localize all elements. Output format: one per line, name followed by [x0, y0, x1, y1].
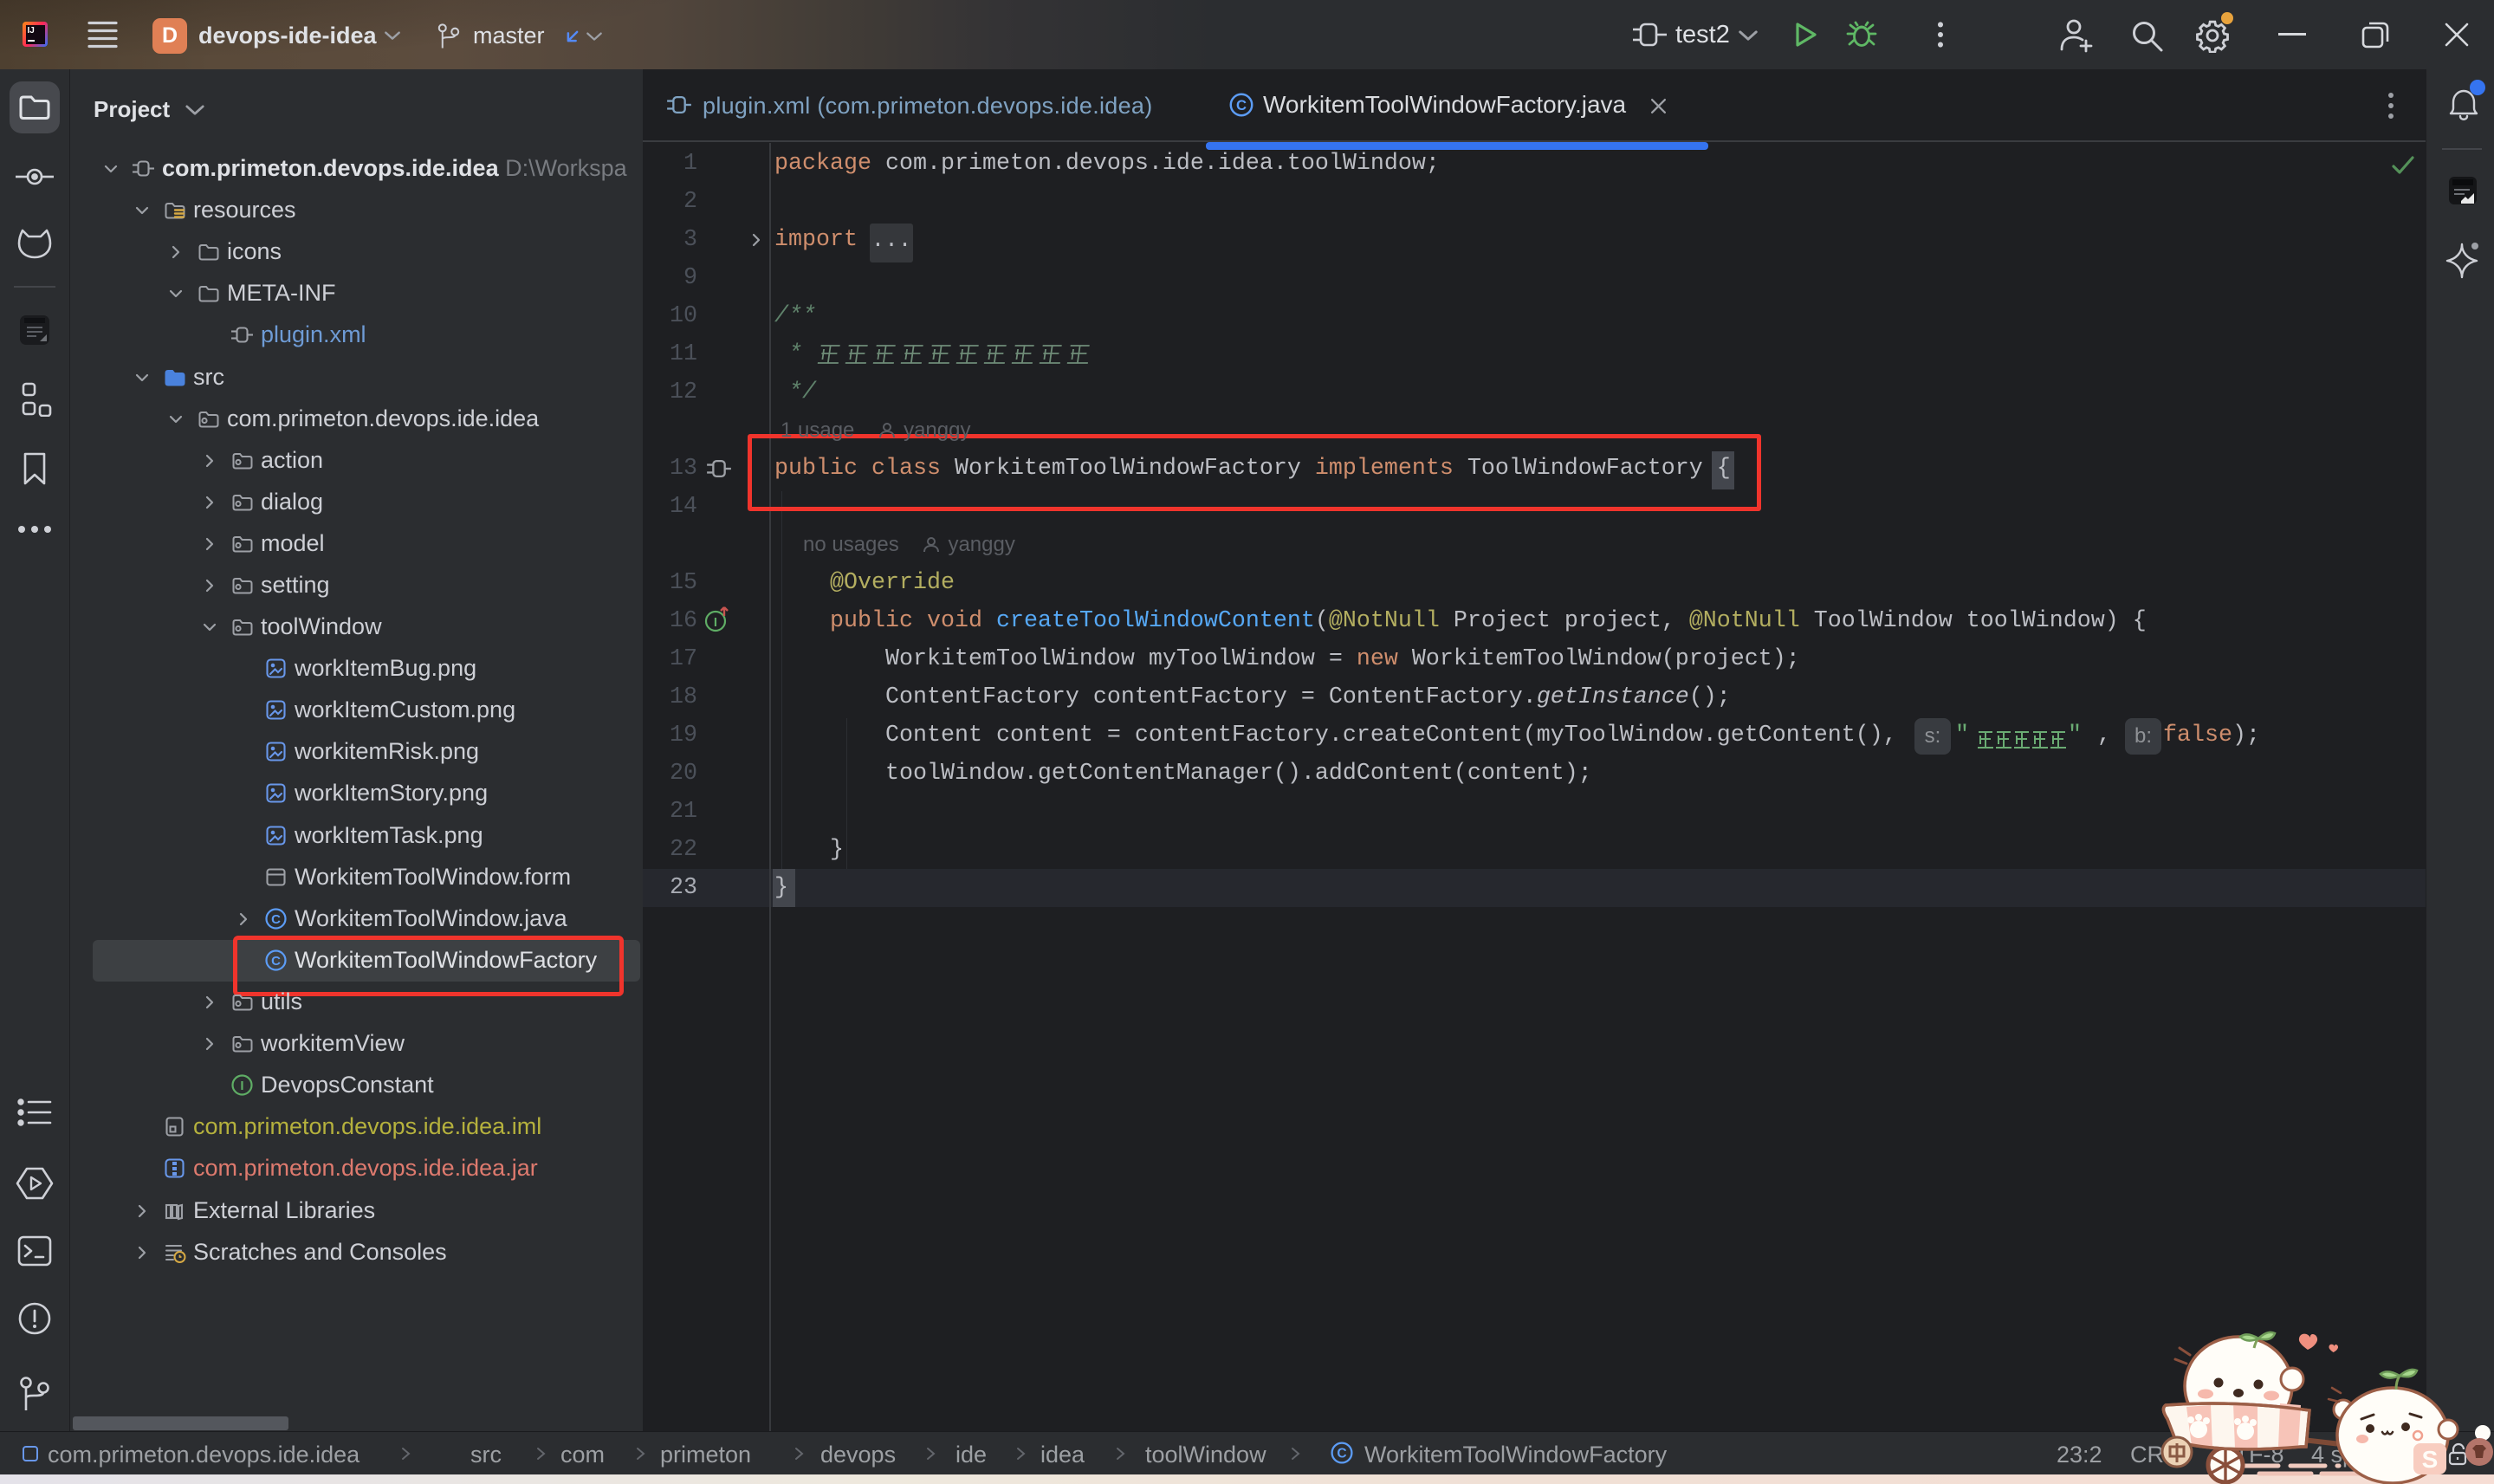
svg-text:I: I: [714, 615, 717, 630]
svg-text:C: C: [1337, 1447, 1346, 1461]
svg-text:S: S: [2422, 1446, 2439, 1473]
svg-text:I: I: [240, 1079, 243, 1093]
svg-text:C: C: [271, 912, 281, 927]
svg-text:C: C: [1236, 97, 1247, 113]
